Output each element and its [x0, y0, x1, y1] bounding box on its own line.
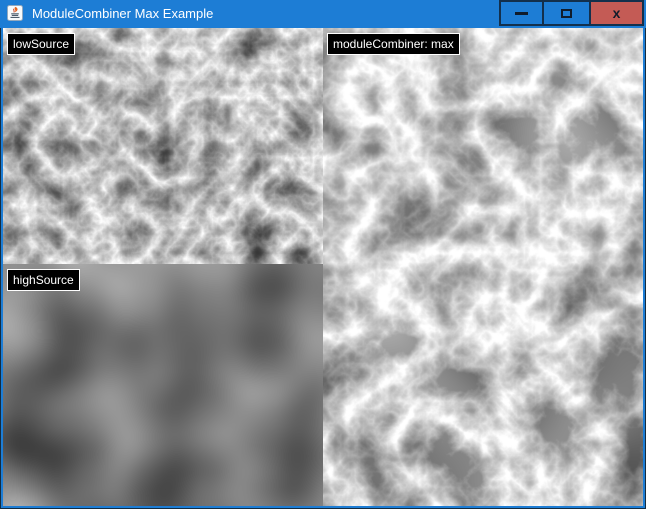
maximize-icon	[561, 9, 572, 18]
maximize-button[interactable]	[544, 0, 591, 26]
minimize-button[interactable]	[499, 0, 544, 26]
low-source-label: lowSource	[7, 33, 75, 55]
module-combiner-render	[323, 28, 643, 506]
close-button[interactable]: x	[591, 0, 644, 26]
app-window: ModuleCombiner Max Example x lowSource m…	[0, 0, 646, 509]
window-title: ModuleCombiner Max Example	[32, 0, 213, 27]
java-app-icon	[7, 5, 23, 21]
high-source-render	[3, 264, 323, 506]
titlebar[interactable]: ModuleCombiner Max Example x	[0, 0, 646, 28]
minimize-icon	[515, 12, 528, 15]
high-source-label: highSource	[7, 269, 80, 291]
low-source-render	[3, 28, 323, 264]
close-icon: x	[613, 6, 621, 20]
module-combiner-label: moduleCombiner: max	[327, 33, 460, 55]
window-controls: x	[499, 0, 644, 26]
